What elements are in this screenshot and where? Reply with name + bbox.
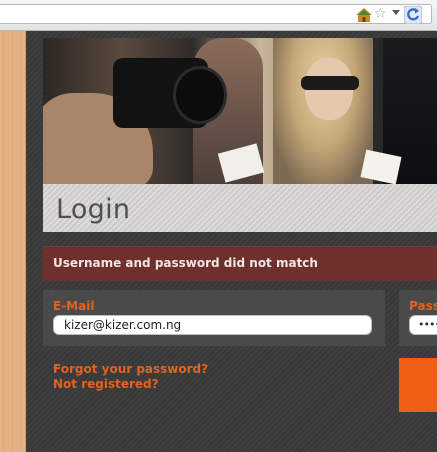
reload-icon[interactable] (404, 6, 422, 24)
wood-background (0, 31, 26, 452)
register-link[interactable]: Not registered? (53, 377, 208, 392)
page-title: Login (56, 194, 131, 225)
password-label: Pass (409, 299, 437, 313)
home-icon[interactable] (356, 8, 372, 22)
password-panel: Pass •••• (399, 290, 437, 346)
dropdown-icon[interactable] (392, 10, 400, 15)
email-label: E-Mail (53, 299, 95, 313)
star-icon[interactable]: ☆ (374, 6, 387, 22)
forgot-password-link[interactable]: Forgot your password? (53, 362, 208, 377)
title-band: Login (43, 184, 437, 232)
password-field[interactable]: •••• (409, 315, 437, 335)
email-field[interactable]: kizer@kizer.com.ng (53, 315, 372, 335)
browser-toolbar: ☆ (0, 0, 437, 31)
error-message: Username and password did not match (53, 256, 318, 270)
error-banner: Username and password did not match (43, 246, 437, 281)
hero-photo (43, 38, 437, 184)
auth-links: Forgot your password? Not registered? (53, 362, 208, 392)
login-button[interactable] (399, 358, 437, 412)
email-panel: E-Mail kizer@kizer.com.ng (43, 290, 385, 346)
